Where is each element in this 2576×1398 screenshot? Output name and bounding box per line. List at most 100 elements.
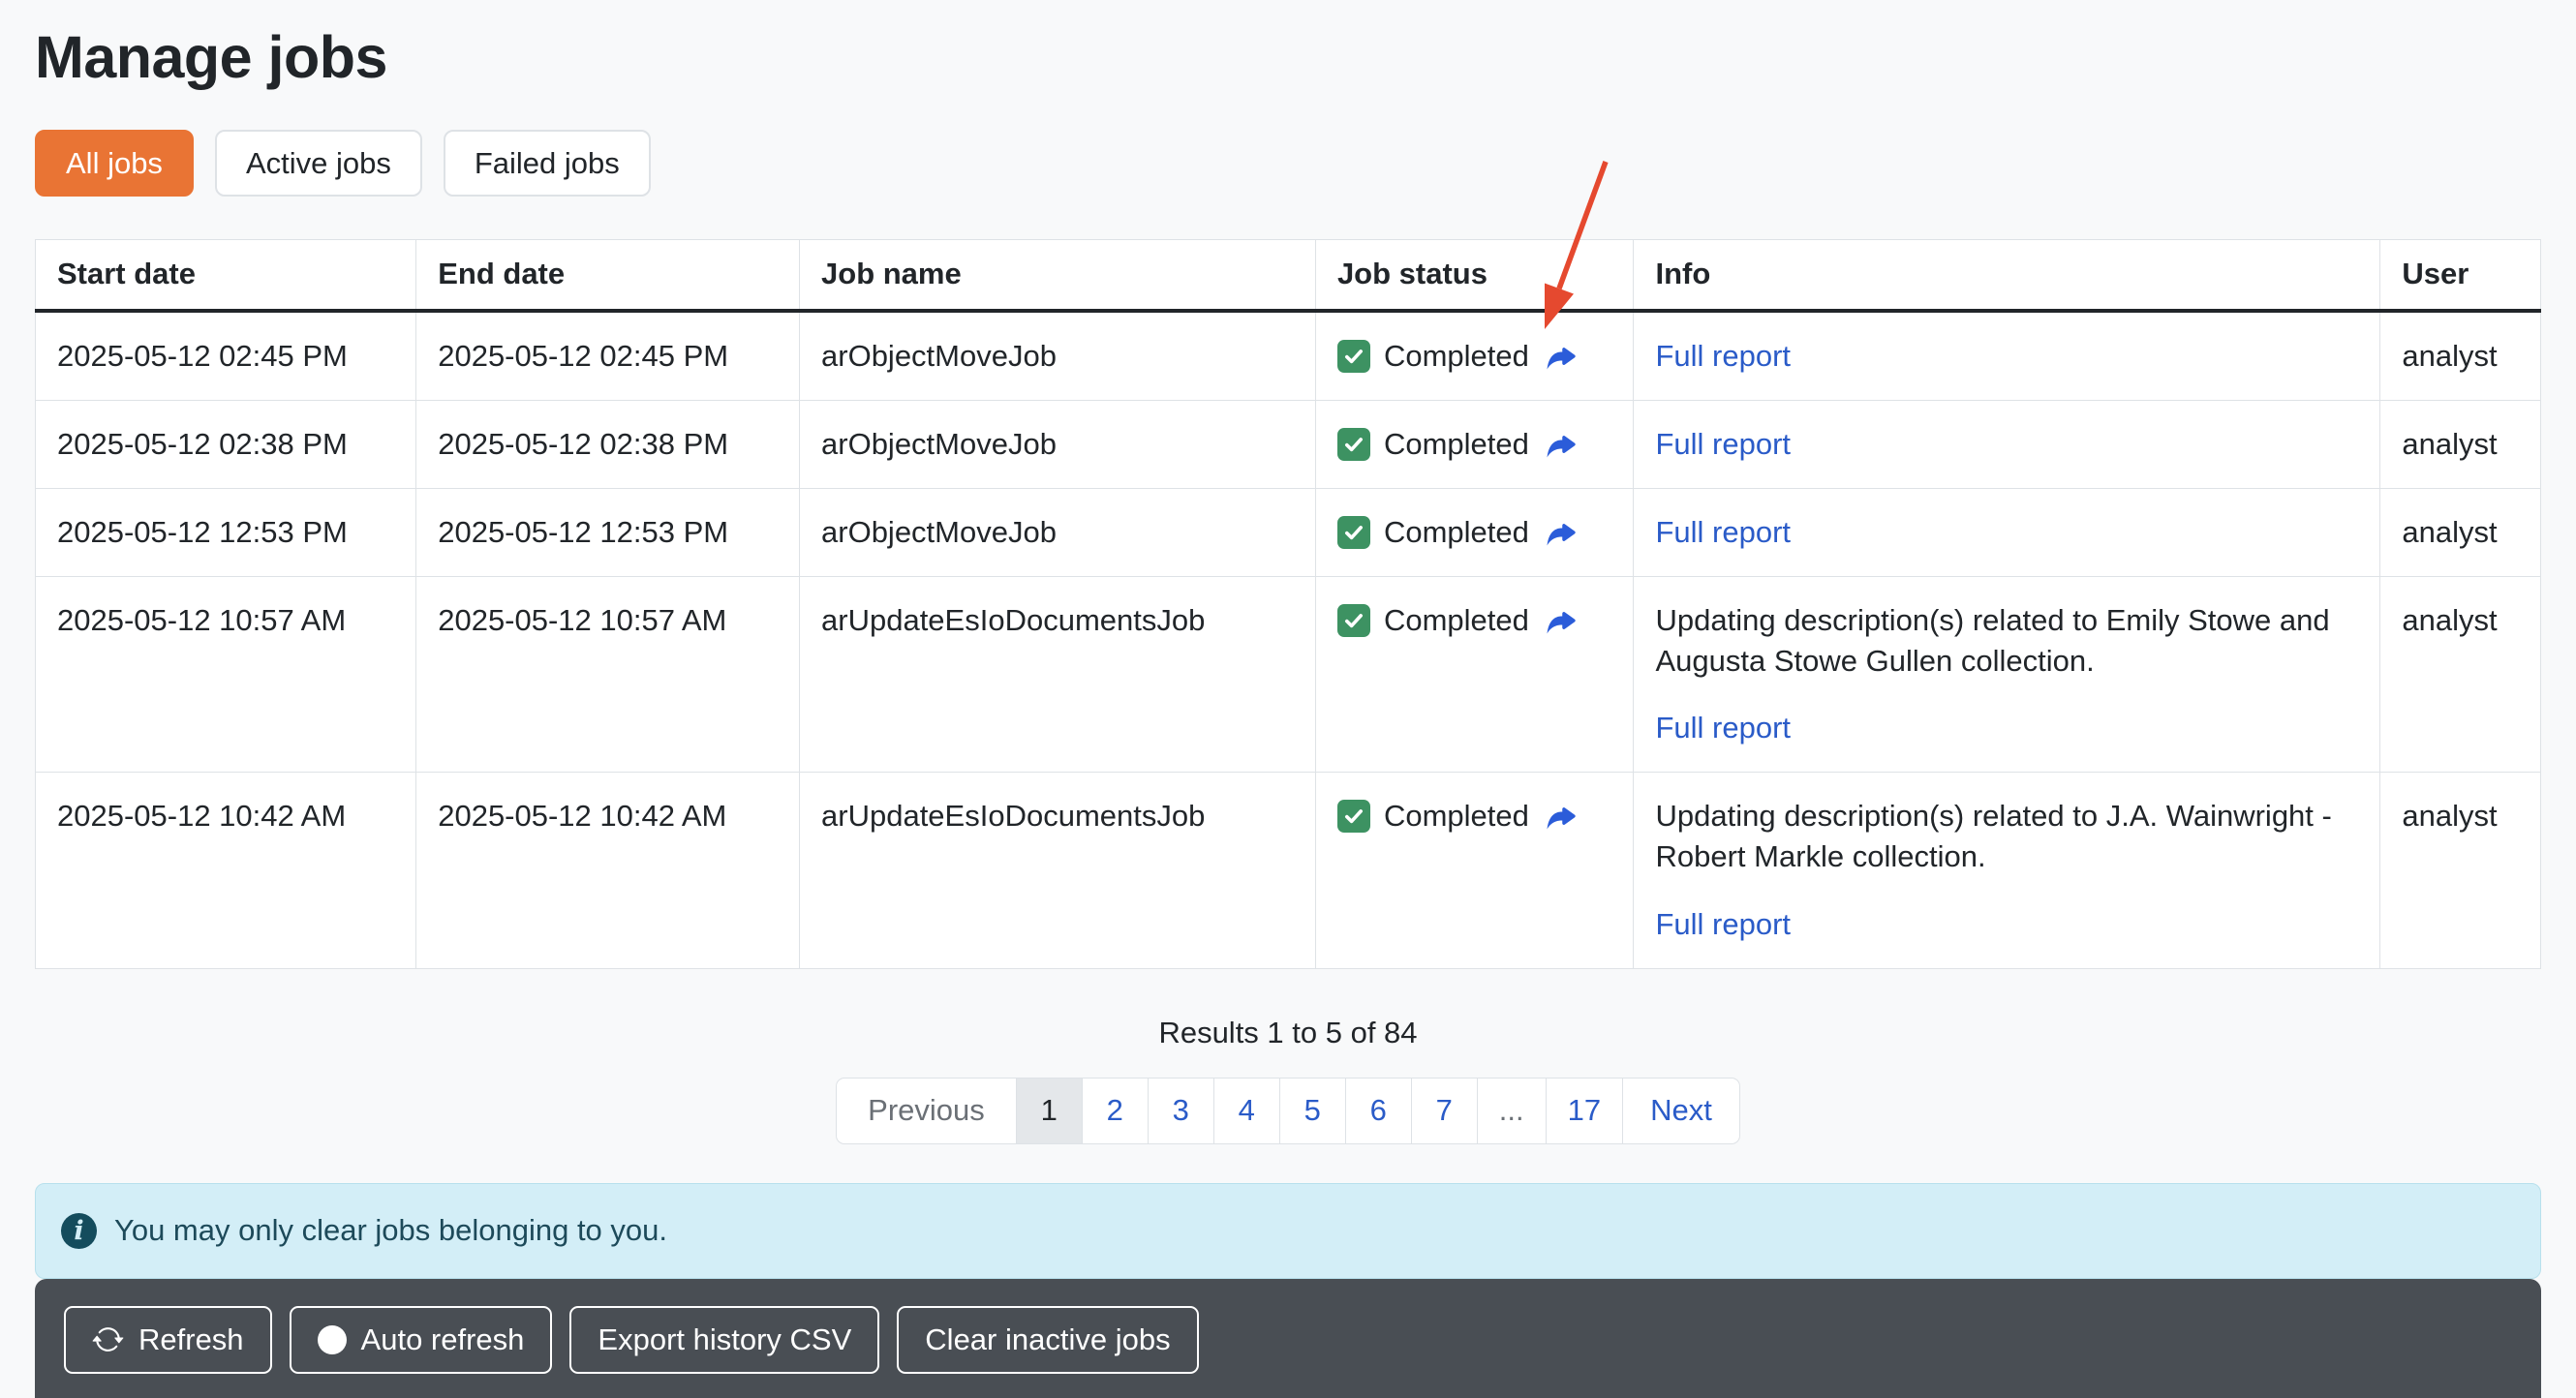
- completed-check-icon: [1337, 516, 1370, 549]
- pagination-previous[interactable]: Previous: [836, 1078, 1017, 1144]
- pagination-page-3[interactable]: 3: [1149, 1078, 1214, 1144]
- header-job-name: Job name: [800, 240, 1316, 312]
- info-cell: Updating description(s) related to Emily…: [1634, 576, 2380, 773]
- jobs-table-header: Start date End date Job name Job status …: [36, 240, 2541, 312]
- page-link[interactable]: 5: [1304, 1093, 1321, 1128]
- page-link[interactable]: 17: [1568, 1093, 1601, 1128]
- full-report-link[interactable]: Full report: [1655, 904, 1791, 945]
- user-cell: analyst: [2380, 401, 2541, 489]
- user-cell: analyst: [2380, 311, 2541, 400]
- auto-refresh-label: Auto refresh: [361, 1321, 525, 1359]
- status-label: Completed: [1384, 796, 1529, 836]
- job-name-cell: arObjectMoveJob: [800, 401, 1316, 489]
- pagination-next[interactable]: Next: [1623, 1078, 1740, 1144]
- jobs-table-body: 2025-05-12 02:45 PM 2025-05-12 02:45 PM …: [36, 311, 2541, 968]
- page-link[interactable]: 2: [1107, 1093, 1123, 1128]
- table-row: 2025-05-12 02:45 PM 2025-05-12 02:45 PM …: [36, 311, 2541, 400]
- share-arrow-icon[interactable]: [1543, 339, 1578, 374]
- info-cell: Updating description(s) related to J.A. …: [1634, 773, 2380, 969]
- notice-text: You may only clear jobs belonging to you…: [114, 1213, 667, 1248]
- table-row: 2025-05-12 02:38 PM 2025-05-12 02:38 PM …: [36, 401, 2541, 489]
- notice-banner: i You may only clear jobs belonging to y…: [35, 1183, 2541, 1279]
- header-end-date: End date: [416, 240, 800, 312]
- share-arrow-icon[interactable]: [1543, 603, 1578, 638]
- job-status-cell: Completed: [1315, 311, 1634, 400]
- pagination-ellipsis: ...: [1478, 1078, 1547, 1144]
- info-circle-icon: i: [61, 1213, 97, 1249]
- job-filter-group: All jobs Active jobs Failed jobs: [35, 130, 2541, 197]
- header-user: User: [2380, 240, 2541, 312]
- results-summary: Results 1 to 5 of 84: [35, 1016, 2541, 1050]
- status-wrap: Completed: [1337, 600, 1612, 641]
- clear-inactive-jobs-button[interactable]: Clear inactive jobs: [897, 1306, 1198, 1374]
- full-report-link[interactable]: Full report: [1655, 515, 1791, 549]
- action-footer: Refresh Auto refresh Export history CSV …: [35, 1279, 2541, 1398]
- refresh-button[interactable]: Refresh: [64, 1306, 272, 1374]
- job-status-cell: Completed: [1315, 576, 1634, 773]
- job-info-text: Updating description(s) related to J.A. …: [1655, 796, 2358, 877]
- export-history-csv-button[interactable]: Export history CSV: [569, 1306, 879, 1374]
- header-info: Info: [1634, 240, 2380, 312]
- filter-all-jobs-button[interactable]: All jobs: [35, 130, 194, 197]
- job-status-cell: Completed: [1315, 401, 1634, 489]
- auto-refresh-circle-icon: [318, 1325, 347, 1354]
- share-arrow-icon[interactable]: [1543, 515, 1578, 550]
- pagination: Previous 1 2 3 4 5 6 7 ... 17 Next: [35, 1078, 2541, 1144]
- start-date-cell: 2025-05-12 02:45 PM: [36, 311, 416, 400]
- end-date-cell: 2025-05-12 10:57 AM: [416, 576, 800, 773]
- pagination-page-17[interactable]: 17: [1547, 1078, 1623, 1144]
- table-row: 2025-05-12 12:53 PM 2025-05-12 12:53 PM …: [36, 488, 2541, 576]
- page-link[interactable]: 7: [1436, 1093, 1453, 1128]
- pagination-page-5[interactable]: 5: [1280, 1078, 1346, 1144]
- auto-refresh-button[interactable]: Auto refresh: [290, 1306, 553, 1374]
- info-cell: Full report: [1634, 488, 2380, 576]
- filter-active-jobs-button[interactable]: Active jobs: [215, 130, 422, 197]
- status-label: Completed: [1384, 600, 1529, 641]
- page-link[interactable]: 4: [1239, 1093, 1255, 1128]
- full-report-link[interactable]: Full report: [1655, 339, 1791, 373]
- job-name-cell: arObjectMoveJob: [800, 311, 1316, 400]
- start-date-cell: 2025-05-12 10:57 AM: [36, 576, 416, 773]
- status-label: Completed: [1384, 336, 1529, 377]
- end-date-cell: 2025-05-12 02:45 PM: [416, 311, 800, 400]
- filter-failed-jobs-button[interactable]: Failed jobs: [444, 130, 651, 197]
- refresh-icon: [92, 1323, 124, 1355]
- end-date-cell: 2025-05-12 02:38 PM: [416, 401, 800, 489]
- table-row: 2025-05-12 10:57 AM 2025-05-12 10:57 AM …: [36, 576, 2541, 773]
- share-arrow-icon[interactable]: [1543, 427, 1578, 462]
- job-status-cell: Completed: [1315, 773, 1634, 969]
- start-date-cell: 2025-05-12 10:42 AM: [36, 773, 416, 969]
- pagination-page-4[interactable]: 4: [1214, 1078, 1280, 1144]
- pagination-page-2[interactable]: 2: [1083, 1078, 1149, 1144]
- completed-check-icon: [1337, 800, 1370, 833]
- manage-jobs-page: Manage jobs All jobs Active jobs Failed …: [0, 0, 2576, 1398]
- job-name-cell: arUpdateEsIoDocumentsJob: [800, 576, 1316, 773]
- start-date-cell: 2025-05-12 12:53 PM: [36, 488, 416, 576]
- info-cell: Full report: [1634, 401, 2380, 489]
- table-row: 2025-05-12 10:42 AM 2025-05-12 10:42 AM …: [36, 773, 2541, 969]
- full-report-link[interactable]: Full report: [1655, 708, 1791, 748]
- page-link[interactable]: 6: [1370, 1093, 1387, 1128]
- status-wrap: Completed: [1337, 424, 1612, 465]
- completed-check-icon: [1337, 340, 1370, 373]
- pagination-page-1[interactable]: 1: [1017, 1078, 1083, 1144]
- completed-check-icon: [1337, 428, 1370, 461]
- status-wrap: Completed: [1337, 512, 1612, 553]
- end-date-cell: 2025-05-12 10:42 AM: [416, 773, 800, 969]
- page-link[interactable]: 3: [1173, 1093, 1189, 1128]
- share-arrow-icon[interactable]: [1543, 799, 1578, 834]
- page-link[interactable]: Next: [1650, 1093, 1712, 1128]
- info-cell: Full report: [1634, 311, 2380, 400]
- header-start-date: Start date: [36, 240, 416, 312]
- header-job-status: Job status: [1315, 240, 1634, 312]
- user-cell: analyst: [2380, 576, 2541, 773]
- jobs-table: Start date End date Job name Job status …: [35, 239, 2541, 969]
- refresh-label: Refresh: [138, 1321, 244, 1359]
- job-name-cell: arObjectMoveJob: [800, 488, 1316, 576]
- status-wrap: Completed: [1337, 336, 1612, 377]
- full-report-link[interactable]: Full report: [1655, 427, 1791, 461]
- start-date-cell: 2025-05-12 02:38 PM: [36, 401, 416, 489]
- pagination-page-7[interactable]: 7: [1412, 1078, 1478, 1144]
- completed-check-icon: [1337, 604, 1370, 637]
- pagination-page-6[interactable]: 6: [1346, 1078, 1412, 1144]
